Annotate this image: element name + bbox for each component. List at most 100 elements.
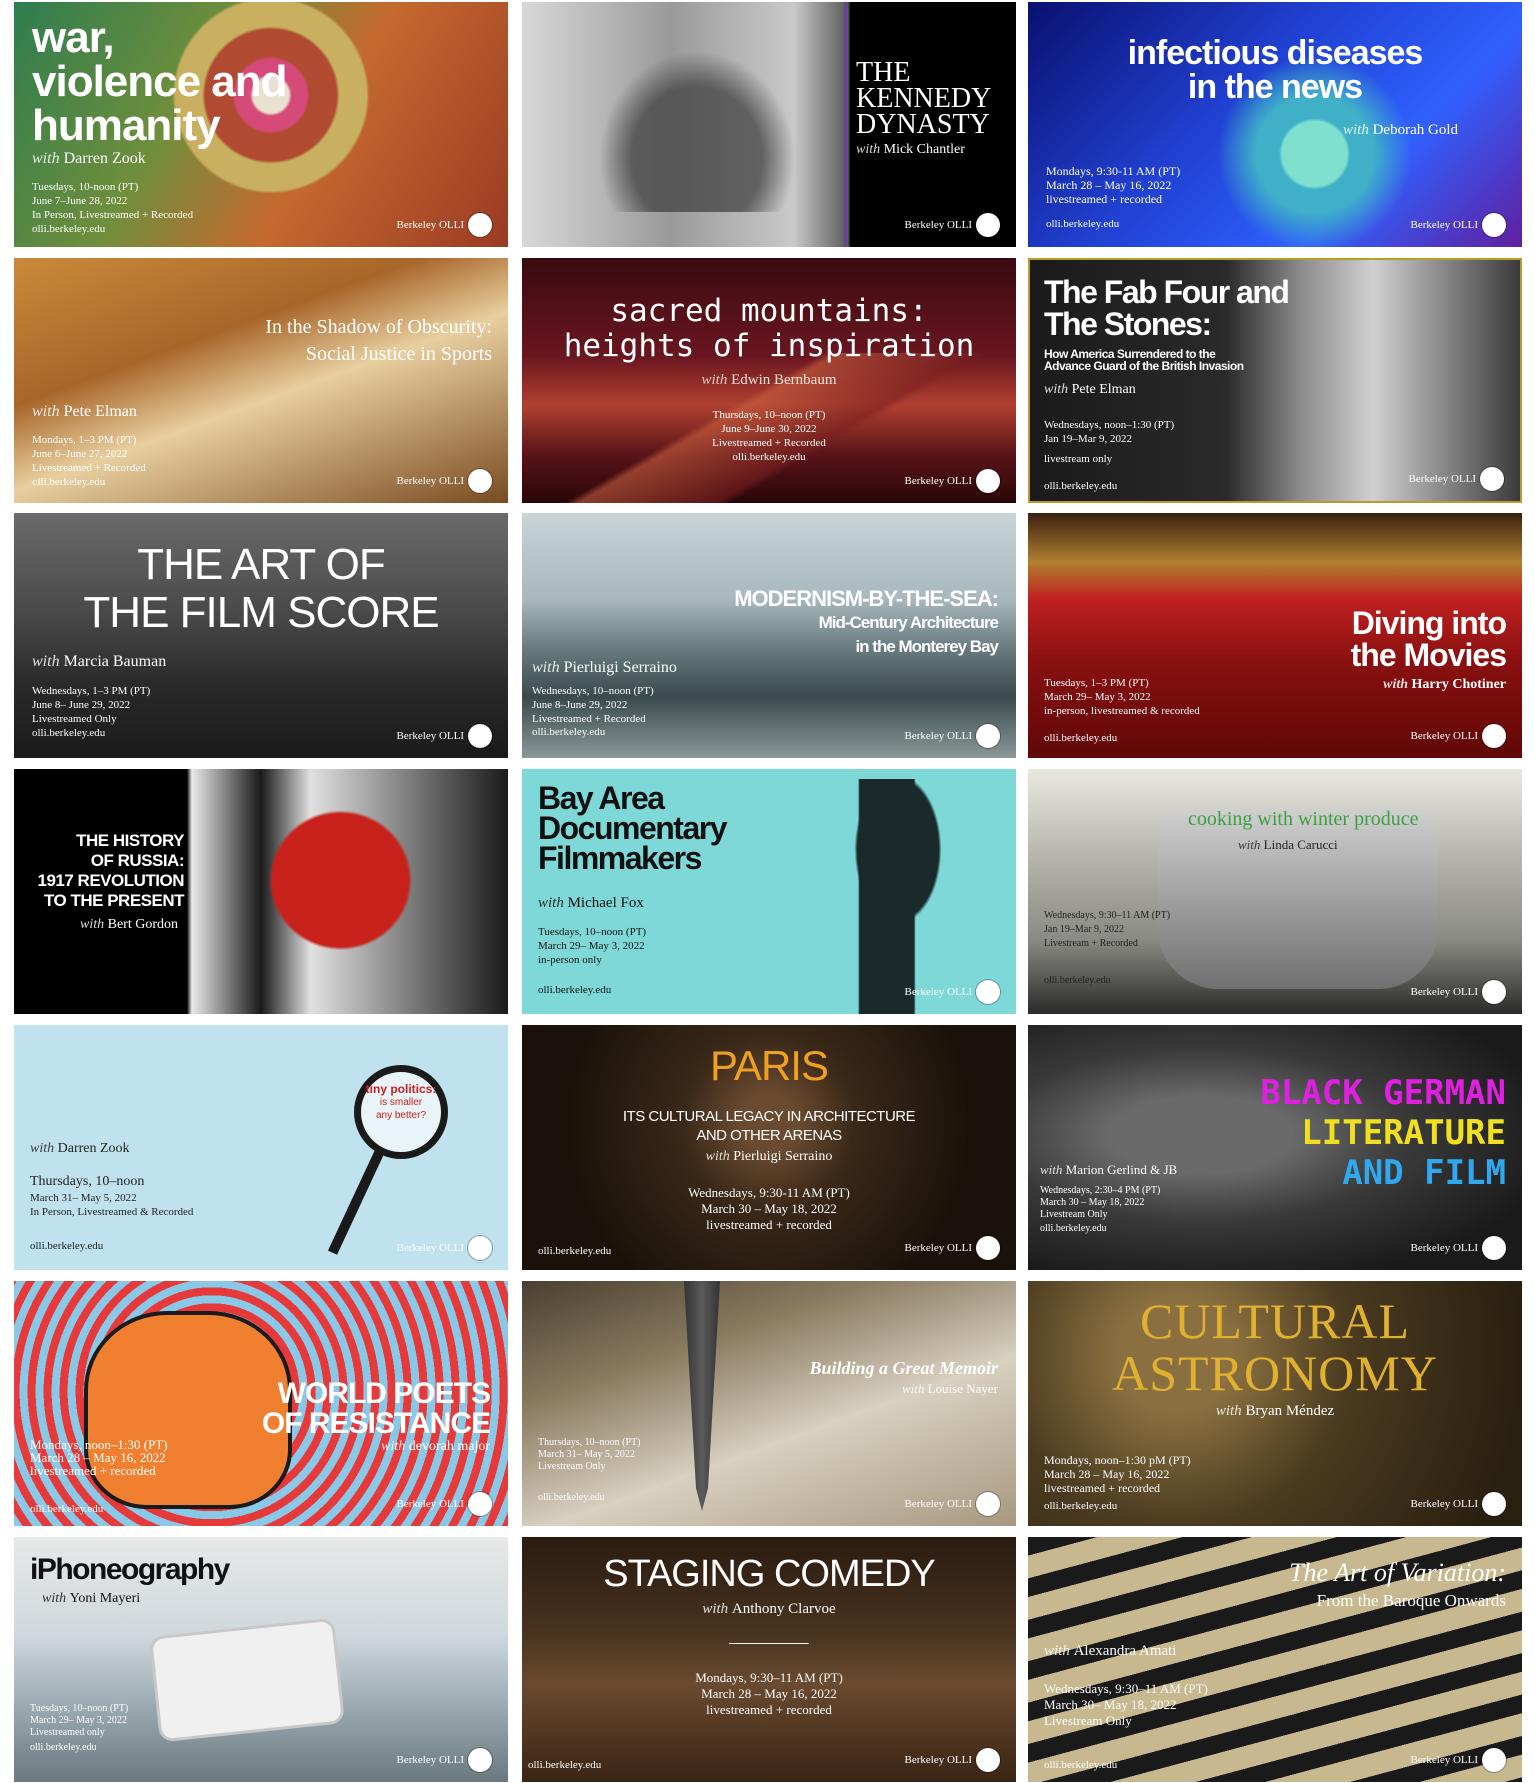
card-title-line: MODERNISM-BY-THE-SEA: <box>734 586 999 611</box>
family-photo <box>582 32 812 212</box>
card-title-line: tiny politics: <box>365 1082 437 1096</box>
berkeley-olli-logo: Berkeley OLLI <box>1411 1492 1506 1516</box>
course-card-war-violence[interactable]: war, violence and humanity with Darren Z… <box>14 2 508 247</box>
instructor-name: Alexandra Amati <box>1073 1643 1177 1659</box>
olli-seal-icon <box>468 724 492 748</box>
instructor-name: Deborah Gold <box>1372 122 1458 138</box>
olli-seal-icon <box>976 1492 1000 1516</box>
site-url[interactable]: olli.berkeley.edu <box>32 223 105 235</box>
site-url[interactable]: olli.berkeley.edu <box>30 1742 97 1753</box>
site-url[interactable]: olli.berkeley.edu <box>528 1759 601 1771</box>
instructor-name: Darren Zook <box>57 1141 130 1156</box>
schedule-line: June 8– June 29, 2022 <box>32 699 131 711</box>
schedule-line: in-person only <box>538 954 602 966</box>
instructor-name: Harry Chotiner <box>1411 677 1506 692</box>
site-url[interactable]: olli.berkeley.edu <box>32 476 105 488</box>
schedule-line: March 29– May 3, 2022 <box>538 940 645 952</box>
instructor-name: Michael Fox <box>567 895 644 911</box>
schedule-line: March 30 – May 18, 2022 <box>701 1201 837 1216</box>
schedule-line: March 28 – May 16, 2022 <box>701 1686 837 1701</box>
card-title-line: sacred mountains: <box>610 293 928 329</box>
card-title-line: AND FILM <box>1342 1153 1506 1193</box>
site-url[interactable]: olli.berkeley.edu <box>1044 975 1111 986</box>
card-title-line: the Movies <box>1350 637 1507 673</box>
schedule-line: livestreamed + recorded <box>1044 1481 1161 1495</box>
card-title-line: ASTRONOMY <box>1112 1345 1438 1401</box>
site-url[interactable]: olli.berkeley.edu <box>1044 732 1117 744</box>
site-url[interactable]: olli.berkeley.edu <box>1040 1223 1107 1234</box>
course-card-cooking-winter[interactable]: cooking with winter produce with Linda C… <box>1028 769 1522 1014</box>
card-title-line: Building a Great Memoir <box>809 1358 998 1378</box>
schedule-line: livestreamed + recorded <box>706 1702 832 1717</box>
olli-seal-icon <box>1482 980 1506 1004</box>
schedule-line: March 31– May 5, 2022 <box>30 1192 137 1204</box>
card-title-line: Documentary <box>538 810 728 846</box>
site-url[interactable]: olli.berkeley.edu <box>32 727 105 739</box>
instructor-name: Mick Chantler <box>883 142 965 157</box>
card-title-line: The Art of Variation: <box>1289 1558 1506 1587</box>
site-url[interactable]: olli.berkeley.edu <box>1046 218 1119 230</box>
card-title-line: PARIS <box>710 1042 829 1089</box>
berkeley-olli-logo: Berkeley OLLI <box>397 1492 492 1516</box>
schedule-line: March 30 – May 18, 2022 <box>1040 1197 1145 1208</box>
course-card-fab-four[interactable]: The Fab Four and The Stones: How America… <box>1028 258 1522 503</box>
course-card-bay-area-doc[interactable]: Bay Area Documentary Filmmakers with Mic… <box>522 769 1016 1014</box>
site-url[interactable]: olli.berkeley.edu <box>522 450 1016 464</box>
course-card-diving-movies[interactable]: Diving into the Movies with Harry Chotin… <box>1028 513 1522 758</box>
site-url[interactable]: olli.berkeley.edu <box>30 1240 103 1252</box>
course-card-shadow-obscurity[interactable]: In the Shadow of Obscurity: Social Justi… <box>14 258 508 503</box>
course-card-history-russia[interactable]: THE HISTORY OF RUSSIA: 1917 REVOLUTION T… <box>14 769 508 1014</box>
course-card-art-variation[interactable]: The Art of Variation: From the Baroque O… <box>1028 1537 1522 1782</box>
schedule-line: Mondays, 9:30–11 AM (PT) <box>695 1670 843 1685</box>
olli-seal-icon <box>1480 467 1504 491</box>
schedule-line: Tuesdays, 10–noon (PT) <box>538 926 647 938</box>
schedule-line: Tuesdays, 1–3 PM (PT) <box>1044 677 1149 689</box>
card-title-line: heights of inspiration <box>563 328 975 364</box>
olli-seal-icon <box>976 724 1000 748</box>
berkeley-olli-logo: Berkeley OLLI <box>905 980 1000 1004</box>
course-card-modernism-sea[interactable]: MODERNISM-BY-THE-SEA: Mid-Century Archit… <box>522 513 1016 758</box>
site-url[interactable]: olli.berkeley.edu <box>538 984 611 996</box>
olli-seal-icon <box>468 1492 492 1516</box>
card-title-line: The Stones: <box>1044 306 1212 342</box>
card-title-line: In the Shadow of Obscurity: <box>265 316 492 338</box>
site-url[interactable]: olli.berkeley.edu <box>1044 480 1117 492</box>
course-card-black-german[interactable]: BLACK GERMAN LITERATURE AND FILM with Ma… <box>1028 1025 1522 1270</box>
filmmaker-silhouette <box>802 779 962 1014</box>
berkeley-olli-logo: Berkeley OLLI <box>1411 213 1506 237</box>
berkeley-olli-logo: Berkeley OLLI <box>905 724 1000 748</box>
site-url[interactable]: olli.berkeley.edu <box>538 1492 605 1503</box>
fountain-pen-image <box>684 1281 720 1511</box>
schedule-line: Wednesdays, noon–1:30 (PT) <box>1044 419 1175 431</box>
course-card-film-score[interactable]: THE ART OF THE FILM SCORE with Marcia Ba… <box>14 513 508 758</box>
course-card-tiny-politics[interactable]: tiny politics: is smaller any better? wi… <box>14 1025 508 1270</box>
course-card-sacred-mountains[interactable]: sacred mountains: heights of inspiration… <box>522 258 1016 503</box>
course-card-infectious-diseases[interactable]: infectious diseases in the news with Deb… <box>1028 2 1522 247</box>
pot-image <box>1158 809 1438 989</box>
course-card-paris[interactable]: PARIS ITS CULTURAL LEGACY IN ARCHITECTUR… <box>522 1025 1016 1270</box>
course-card-cultural-astronomy[interactable]: CULTURAL ASTRONOMY with Bryan Méndez Mon… <box>1028 1281 1522 1526</box>
berkeley-olli-logo: Berkeley OLLI <box>1411 980 1506 1004</box>
site-url[interactable]: olli.berkeley.edu <box>1044 1500 1117 1512</box>
olli-seal-icon <box>976 1236 1000 1260</box>
schedule-line: March 30– May 18, 2022 <box>1044 1697 1177 1712</box>
course-card-memoir[interactable]: Building a Great Memoir with Louise Naye… <box>522 1281 1016 1526</box>
course-card-iphoneography[interactable]: iPhoneography with Yoni Mayeri Tuesdays,… <box>14 1537 508 1782</box>
site-url[interactable]: olli.berkeley.edu <box>538 1245 611 1257</box>
schedule-line: Livestream + Recorded <box>1044 938 1138 949</box>
course-card-world-poets[interactable]: WORLD POETS OF RESISTANCE with devorah m… <box>14 1281 508 1526</box>
olli-seal-icon <box>976 1748 1000 1772</box>
site-url[interactable]: olli.berkeley.edu <box>30 1503 103 1515</box>
site-url[interactable]: olli.berkeley.edu <box>532 726 605 738</box>
magnifier-handle <box>327 1150 384 1255</box>
card-title-line: The Fab Four and <box>1044 274 1290 310</box>
instructor-name: Bryan Méndez <box>1245 1403 1335 1419</box>
course-card-kennedy-dynasty[interactable]: THE KENNEDY DYNASTY with Mick Chantler B… <box>522 2 1016 247</box>
instructor-name: Marcia Bauman <box>63 653 167 670</box>
course-card-staging-comedy[interactable]: STAGING COMEDY with Anthony Clarvoe Mond… <box>522 1537 1016 1782</box>
card-subtitle-line: Advance Guard of the British Invasion <box>1044 359 1244 373</box>
site-url[interactable]: olli.berkeley.edu <box>1044 1759 1117 1771</box>
schedule-line: Livestream Only <box>1044 1713 1132 1728</box>
schedule-line: Livestream Only <box>1040 1209 1108 1220</box>
instructor-name: Marion Gerlind & JB <box>1065 1162 1178 1177</box>
